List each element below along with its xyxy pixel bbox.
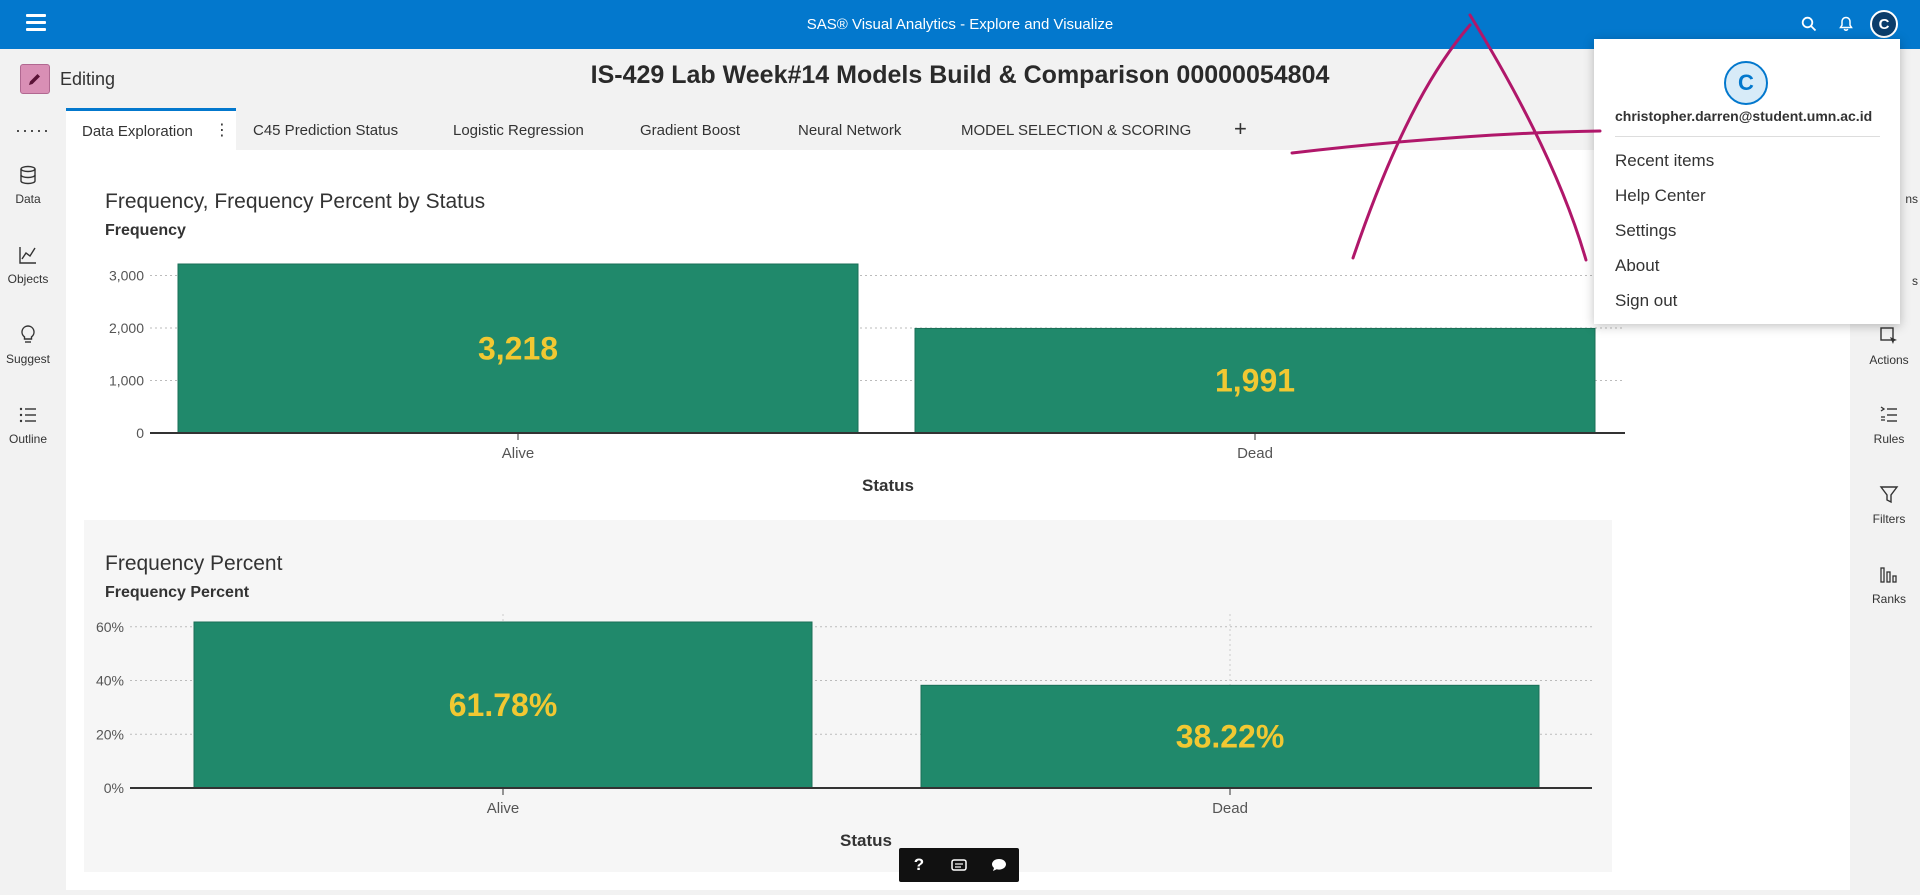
chart-frequency-percent[interactable]: Frequency Percent Frequency Percent 0% 20… bbox=[84, 520, 1612, 872]
y-tick-label: 20% bbox=[96, 726, 124, 742]
y-tick-label: 60% bbox=[96, 619, 124, 635]
tab-data-exploration[interactable]: Data Exploration bbox=[66, 108, 236, 150]
rail-item-outline[interactable]: Outline bbox=[0, 404, 56, 446]
user-dropdown-menu: C christopher.darren@student.umn.ac.id R… bbox=[1594, 39, 1900, 324]
search-icon[interactable] bbox=[1797, 12, 1821, 36]
y-tick-label: 0% bbox=[104, 780, 124, 796]
report-canvas: Frequency, Frequency Percent by Status F… bbox=[66, 150, 1850, 890]
more-options-icon[interactable]: ····· bbox=[15, 120, 50, 141]
chat-icon[interactable] bbox=[984, 851, 1014, 879]
rail-item-label: Objects bbox=[7, 272, 49, 286]
y-tick-label: 3,000 bbox=[109, 267, 144, 283]
tab-model-selection-scoring[interactable]: MODEL SELECTION & SCORING bbox=[961, 108, 1191, 150]
y-tick-label: 0 bbox=[136, 425, 144, 441]
data-label: 38.22% bbox=[1176, 719, 1285, 755]
rail-item-ranks[interactable]: Ranks bbox=[1858, 564, 1920, 606]
menu-item-sign-out[interactable]: Sign out bbox=[1615, 291, 1677, 311]
line-chart-icon bbox=[19, 247, 36, 264]
tab-gradient-boost[interactable]: Gradient Boost bbox=[640, 108, 740, 150]
left-pane-rail: ····· Data Objects Suggest Outline bbox=[0, 108, 56, 895]
rail-item-label: Suggest bbox=[5, 352, 51, 366]
actions-icon bbox=[1880, 327, 1897, 344]
rail-item-label: Data bbox=[15, 192, 41, 206]
tab-more-icon[interactable]: ⋮ bbox=[214, 120, 230, 139]
x-tick-label: Dead bbox=[1237, 445, 1273, 462]
data-label: 1,991 bbox=[1215, 363, 1295, 399]
rail-item-suggest[interactable]: Suggest bbox=[0, 324, 56, 366]
x-tick-label: Alive bbox=[487, 800, 520, 817]
menu-item-help-center[interactable]: Help Center bbox=[1615, 186, 1706, 206]
y-tick-label: 1,000 bbox=[109, 372, 144, 388]
notifications-bell-icon[interactable] bbox=[1834, 12, 1858, 36]
y-tick-label: 2,000 bbox=[109, 320, 144, 336]
rail-item-label: Filters bbox=[1872, 512, 1906, 526]
menu-item-about[interactable]: About bbox=[1615, 256, 1659, 276]
user-avatar-button[interactable]: C bbox=[1870, 10, 1898, 38]
data-label: 3,218 bbox=[478, 331, 558, 367]
ranks-icon bbox=[1880, 567, 1897, 583]
chart-frequency-by-status[interactable]: Frequency, Frequency Percent by Status F… bbox=[84, 190, 1684, 520]
x-axis-title: Status bbox=[840, 831, 892, 850]
hamburger-menu-icon[interactable] bbox=[26, 14, 46, 34]
menu-item-recent-items[interactable]: Recent items bbox=[1615, 151, 1714, 171]
menu-item-settings[interactable]: Settings bbox=[1615, 221, 1676, 241]
rail-item-actions[interactable]: Actions bbox=[1858, 325, 1920, 367]
database-icon bbox=[20, 165, 36, 185]
rail-item-label: Outline bbox=[8, 432, 48, 446]
lightbulb-icon bbox=[21, 325, 35, 343]
rail-item-label: Actions bbox=[1869, 353, 1909, 367]
rules-icon bbox=[1880, 406, 1897, 422]
rail-item-data[interactable]: Data bbox=[0, 164, 56, 206]
chart-title: Frequency, Frequency Percent by Status bbox=[105, 190, 486, 213]
floating-toolbar: ? bbox=[899, 848, 1019, 882]
data-label: 61.78% bbox=[449, 687, 558, 723]
x-tick-label: Alive bbox=[502, 445, 535, 462]
user-email: christopher.darren@student.umn.ac.id bbox=[1615, 108, 1873, 124]
feedback-icon[interactable] bbox=[944, 851, 974, 879]
rail-item-rules[interactable]: Rules bbox=[1858, 404, 1920, 446]
list-icon bbox=[19, 407, 36, 423]
chart-title: Frequency Percent bbox=[105, 552, 283, 575]
rail-item-label: Ranks bbox=[1871, 592, 1906, 606]
tab-label: Data Exploration bbox=[82, 123, 193, 140]
app-title: SAS® Visual Analytics - Explore and Visu… bbox=[806, 16, 1114, 33]
rail-item-objects[interactable]: Objects bbox=[0, 244, 56, 286]
x-axis-title: Status bbox=[862, 476, 914, 495]
y-axis-title: Frequency bbox=[105, 222, 186, 239]
bar-chart-svg: 0 1,000 2,000 3,000 3,218 Alive 1,991 Dead Statu… bbox=[109, 263, 1625, 495]
y-axis-title: Frequency Percent bbox=[105, 584, 250, 601]
bar-chart-svg: 0% 20% 40% 60% 61.78% Alive 38.22% Dead Status bbox=[96, 614, 1592, 850]
user-avatar: C bbox=[1724, 61, 1768, 105]
tab-c45-prediction-status[interactable]: C45 Prediction Status bbox=[253, 108, 398, 150]
add-page-icon[interactable]: + bbox=[1234, 116, 1247, 142]
help-icon[interactable]: ? bbox=[904, 851, 934, 879]
filter-icon bbox=[1879, 486, 1899, 504]
tab-neural-network[interactable]: Neural Network bbox=[798, 108, 901, 150]
page-tabs: Data Exploration ⋮ C45 Prediction Status… bbox=[66, 108, 1850, 150]
y-tick-label: 40% bbox=[96, 673, 124, 689]
rail-item-filters[interactable]: Filters bbox=[1858, 484, 1920, 526]
x-tick-label: Dead bbox=[1212, 800, 1248, 817]
menu-divider bbox=[1615, 136, 1880, 137]
rail-item-label: Rules bbox=[1873, 432, 1905, 446]
tab-logistic-regression[interactable]: Logistic Regression bbox=[453, 108, 584, 150]
